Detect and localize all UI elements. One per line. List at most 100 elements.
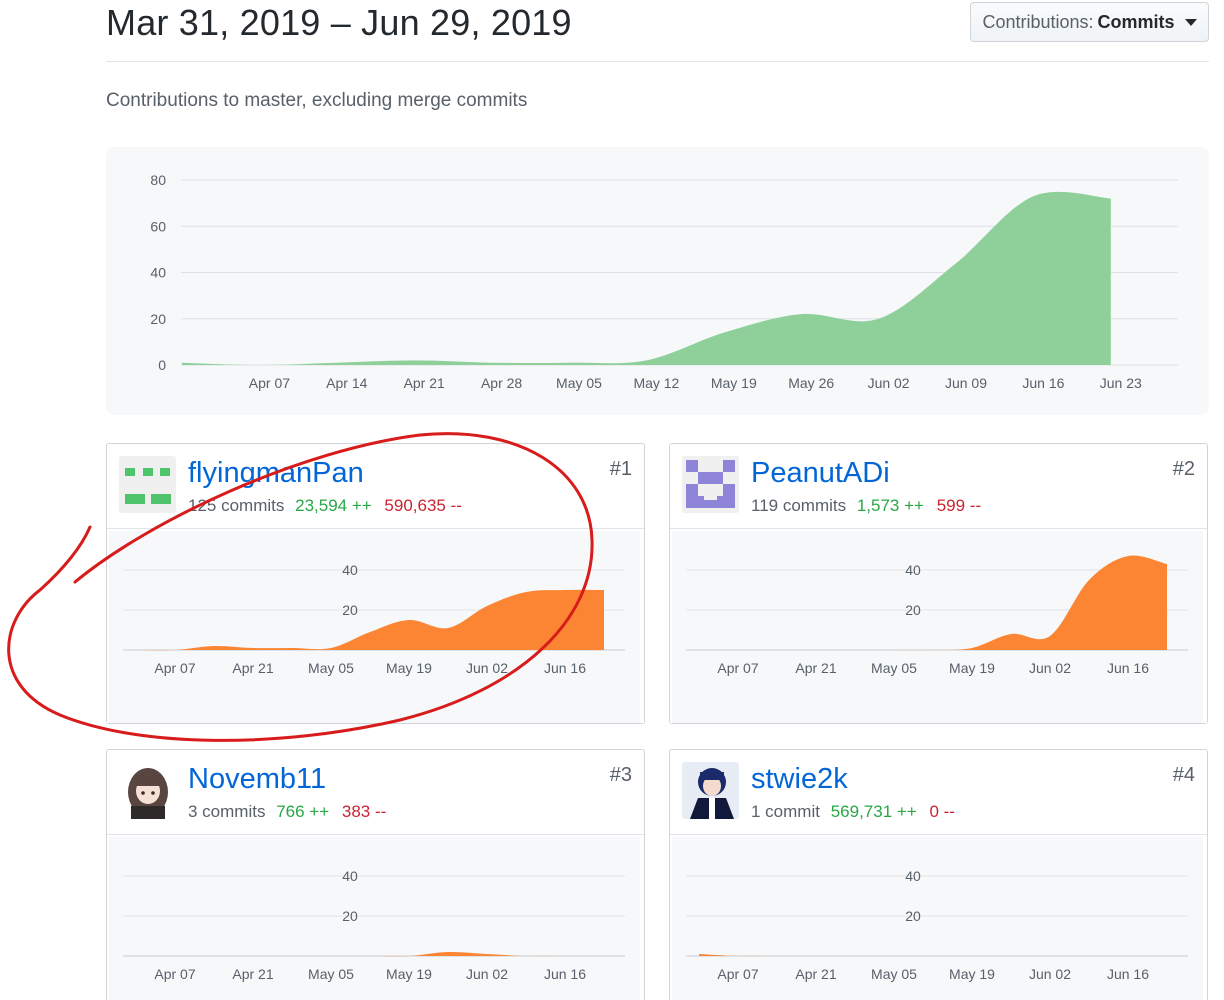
x-tick-label: May 19 <box>386 660 432 676</box>
x-tick-label: Jun 16 <box>1107 660 1149 676</box>
contributor-card-1: flyingmanPan 125 commits 23,594 ++ 590,6… <box>106 443 645 724</box>
x-tick-label: Apr 07 <box>717 660 758 676</box>
contributor-chart-svg: 20 40 Apr 07 Apr 21 May 05 May 19 Jun 02 Jun 16 <box>672 837 1203 1000</box>
header-divider <box>106 61 1209 62</box>
y-tick-label: 40 <box>905 562 921 578</box>
x-tick-label: Jun 02 <box>466 660 508 676</box>
commit-count[interactable]: 119 commits <box>751 496 846 515</box>
y-tick-label: 80 <box>150 172 166 188</box>
contributor-card-4: stwie2k 1 commit 569,731 ++ 0 -- #4 20 40… <box>669 749 1208 1000</box>
contributor-stats: 3 commits 766 ++ 383 -- <box>188 802 386 822</box>
contributor-username[interactable]: Novemb11 <box>188 763 326 796</box>
x-tick-label: Jun 16 <box>544 660 586 676</box>
y-tick-label: 40 <box>150 265 166 281</box>
y-tick-label: 40 <box>905 868 921 884</box>
x-tick-label: Apr 21 <box>795 966 836 982</box>
additions-count: 766 ++ <box>276 802 330 821</box>
x-tick-label: May 05 <box>308 660 354 676</box>
x-tick-label: May 12 <box>633 375 679 391</box>
y-tick-label: 20 <box>905 908 921 924</box>
x-tick-label: May 05 <box>871 660 917 676</box>
contributor-rank: #2 <box>1172 458 1195 480</box>
y-tick-label: 0 <box>158 357 166 373</box>
commits-area <box>182 191 1111 365</box>
additions-count: 1,573 ++ <box>856 496 924 515</box>
y-tick-label: 20 <box>342 908 358 924</box>
contributor-chart: 20 40 Apr 07 Apr 21 May 05 May 19 Jun 02 Jun 16 <box>107 529 644 723</box>
caret-down-icon <box>1184 18 1197 26</box>
x-tick-label: Apr 07 <box>154 966 195 982</box>
additions-count: 569,731 ++ <box>830 802 917 821</box>
contributor-rank: #3 <box>609 764 632 786</box>
x-tick-label: Jun 23 <box>1100 375 1142 391</box>
x-tick-label: Apr 07 <box>154 660 195 676</box>
contributors-page: Mar 31, 2019 – Jun 29, 2019 Contribution… <box>0 0 1224 1000</box>
contributor-chart: 20 40 Apr 07 Apr 21 May 05 May 19 Jun 02 Jun 16 <box>670 835 1207 1000</box>
y-tick-label: 40 <box>342 868 358 884</box>
deletions-count: 0 -- <box>929 802 955 821</box>
x-tick-label: Apr 28 <box>481 375 522 391</box>
x-tick-label: Apr 07 <box>717 966 758 982</box>
deletions-count: 383 -- <box>341 802 387 821</box>
x-tick-label: Jun 16 <box>544 966 586 982</box>
x-tick-label: Apr 07 <box>249 375 290 391</box>
contributor-chart-svg: 20 40 Apr 07 Apr 21 May 05 May 19 Jun 02 Jun 16 <box>672 531 1203 723</box>
contributor-card-3: Novemb11 3 commits 766 ++ 383 -- #3 20 40… <box>106 749 645 1000</box>
x-tick-label: Jun 09 <box>945 375 987 391</box>
page-title: Mar 31, 2019 – Jun 29, 2019 <box>106 2 572 43</box>
contributor-username[interactable]: PeanutADi <box>751 457 890 490</box>
contributor-header: flyingmanPan 125 commits 23,594 ++ 590,6… <box>107 444 644 529</box>
contributor-stats: 119 commits 1,573 ++ 599 -- <box>751 496 981 516</box>
x-tick-label: May 05 <box>871 966 917 982</box>
anime-boy-avatar-icon <box>682 762 739 819</box>
contributor-header: stwie2k 1 commit 569,731 ++ 0 -- #4 <box>670 750 1207 835</box>
x-tick-label: May 19 <box>949 660 995 676</box>
x-tick-label: May 19 <box>711 375 757 391</box>
x-tick-label: Jun 02 <box>466 966 508 982</box>
avatar[interactable] <box>119 762 176 819</box>
commit-count[interactable]: 125 commits <box>188 496 284 515</box>
x-tick-label: Apr 14 <box>326 375 367 391</box>
y-tick-label: 60 <box>150 218 166 234</box>
x-tick-label: May 05 <box>556 375 602 391</box>
commit-count[interactable]: 3 commits <box>188 802 265 821</box>
avatar[interactable] <box>119 456 176 513</box>
x-tick-label: Apr 21 <box>232 660 273 676</box>
y-tick-label: 20 <box>905 602 921 618</box>
commit-count[interactable]: 1 commit <box>751 802 820 821</box>
contributor-rank: #4 <box>1172 764 1195 786</box>
x-tick-label: May 05 <box>308 966 354 982</box>
x-tick-label: Apr 21 <box>232 966 273 982</box>
additions-count: 23,594 ++ <box>295 496 372 515</box>
deletions-count: 599 -- <box>936 496 982 515</box>
contributor-chart-svg: 20 40 Apr 07 Apr 21 May 05 May 19 Jun 02 Jun 16 <box>109 531 640 723</box>
identicon-purple-icon <box>682 456 739 513</box>
dropdown-value: Commits <box>1097 11 1175 32</box>
contributor-stats: 125 commits 23,594 ++ 590,635 -- <box>188 496 462 516</box>
y-tick-label: 40 <box>342 562 358 578</box>
contributor-username[interactable]: stwie2k <box>751 763 848 796</box>
avatar[interactable] <box>682 762 739 819</box>
overall-chart-svg: 0 20 40 60 80 Apr 07 Apr 14 Apr 21 Apr 28 May 05 M… <box>150 172 1178 391</box>
identicon-green-icon <box>119 456 176 513</box>
contributor-header: PeanutADi 119 commits 1,573 ++ 599 -- #2 <box>670 444 1207 529</box>
contributions-dropdown-button[interactable]: Contributions: Commits <box>970 2 1209 42</box>
avatar[interactable] <box>682 456 739 513</box>
dropdown-prefix: Contributions: <box>982 11 1094 32</box>
x-tick-label: May 19 <box>386 966 432 982</box>
x-tick-label: Jun 16 <box>1107 966 1149 982</box>
y-tick-label: 20 <box>150 311 166 327</box>
contributor-card-2: PeanutADi 119 commits 1,573 ++ 599 -- #2… <box>669 443 1208 724</box>
contributor-chart: 20 40 Apr 07 Apr 21 May 05 May 19 Jun 02 Jun 16 <box>670 529 1207 723</box>
contributor-chart: 20 40 Apr 07 Apr 21 May 05 May 19 Jun 02 Jun 16 <box>107 835 644 1000</box>
x-tick-label: Apr 21 <box>795 660 836 676</box>
x-tick-label: Jun 02 <box>1029 660 1071 676</box>
contributor-stats: 1 commit 569,731 ++ 0 -- <box>751 802 955 822</box>
x-tick-label: Jun 02 <box>1029 966 1071 982</box>
anime-girl-avatar-icon <box>119 762 176 819</box>
contributor-username[interactable]: flyingmanPan <box>188 457 364 490</box>
contributor-chart-svg: 20 40 Apr 07 Apr 21 May 05 May 19 Jun 02 Jun 16 <box>109 837 640 1000</box>
x-tick-label: May 26 <box>788 375 834 391</box>
x-tick-label: Jun 02 <box>868 375 910 391</box>
chart-subtitle: Contributions to master, excluding merge… <box>106 90 528 111</box>
